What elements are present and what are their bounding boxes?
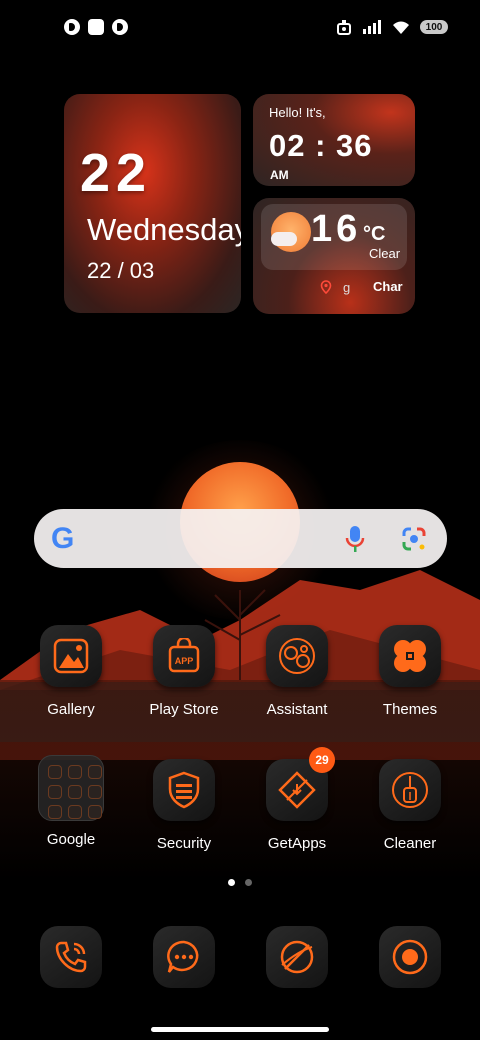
page-dot-active[interactable] [228, 879, 235, 886]
security-icon [153, 759, 215, 821]
wifi-icon [393, 21, 409, 34]
date-label: 22 / 03 [87, 258, 155, 283]
app-label: Google [46, 831, 96, 848]
app-label: Themes [382, 701, 438, 718]
time-widget[interactable]: Hello! It's, 02 : 36 AM [253, 94, 415, 186]
microphone-icon[interactable] [344, 524, 366, 554]
status-bar: 100 [0, 0, 480, 56]
app-getapps[interactable]: 29 GetApps [245, 747, 349, 852]
dock-camera[interactable] [358, 926, 462, 988]
cloud-icon [271, 232, 297, 246]
notification-square-icon [88, 19, 104, 35]
system-icons: 100 [335, 18, 448, 36]
themes-icon [379, 625, 441, 687]
dock-messages[interactable] [132, 926, 236, 988]
google-logo-icon: G [51, 522, 75, 555]
location-pin-icon [320, 280, 332, 294]
page-dot[interactable] [245, 879, 252, 886]
weather-condition: Clear [369, 246, 401, 261]
temperature-unit: °C [363, 223, 386, 245]
play-store-icon: APP [153, 625, 215, 687]
signal-icon [363, 20, 381, 34]
app-cleaner[interactable]: Cleaner [358, 759, 462, 852]
app-label: Security [156, 835, 212, 852]
browser-icon [266, 926, 328, 988]
app-label: GetApps [267, 835, 327, 852]
camera-icon [379, 926, 441, 988]
folder-google[interactable]: Google [19, 755, 123, 848]
messages-icon [153, 926, 215, 988]
dock-phone[interactable] [19, 926, 123, 988]
notification-icons [64, 19, 128, 35]
greeting-text: Hello! It's, [269, 105, 326, 120]
home-gesture-bar[interactable] [151, 1027, 329, 1032]
day-number: 22 [80, 143, 153, 203]
clock-date-widget[interactable]: 22 Wednesday 22 / 03 [64, 94, 241, 313]
phone-icon [40, 926, 102, 988]
battery-icon: 100 [420, 20, 448, 34]
app-security[interactable]: Security [132, 759, 236, 852]
app-label: Gallery [47, 701, 95, 718]
city-name: Char [373, 279, 403, 294]
ampm-text: AM [270, 168, 289, 182]
google-search-bar[interactable]: G [34, 509, 447, 568]
notification-app-icon [64, 19, 80, 35]
app-label: Assistant [266, 701, 328, 718]
app-themes[interactable]: Themes [358, 625, 462, 718]
weather-widget[interactable]: 16 °C Clear g Char [253, 198, 415, 314]
app-label: Play Store [149, 701, 219, 718]
svg-text:APP: APP [175, 656, 194, 666]
temperature-text: 16 [311, 208, 362, 250]
app-assistant[interactable]: Assistant [245, 625, 349, 718]
location-fragment: g [343, 280, 351, 295]
dock-browser[interactable] [245, 926, 349, 988]
assistant-icon [266, 625, 328, 687]
app-label: Cleaner [383, 835, 437, 852]
notification-badge: 29 [309, 747, 335, 773]
google-lens-icon[interactable] [400, 526, 428, 552]
alarm-icon [337, 20, 351, 35]
page-indicator[interactable] [228, 879, 252, 886]
google-folder-icon [38, 755, 104, 821]
time-text: 02 : 36 [269, 128, 373, 163]
gallery-icon [40, 625, 102, 687]
app-gallery[interactable]: Gallery [19, 625, 123, 718]
weekday-label: Wednesday [87, 212, 241, 247]
app-play-store[interactable]: APP Play Store [132, 625, 236, 718]
notification-app-icon [112, 19, 128, 35]
cleaner-icon [379, 759, 441, 821]
